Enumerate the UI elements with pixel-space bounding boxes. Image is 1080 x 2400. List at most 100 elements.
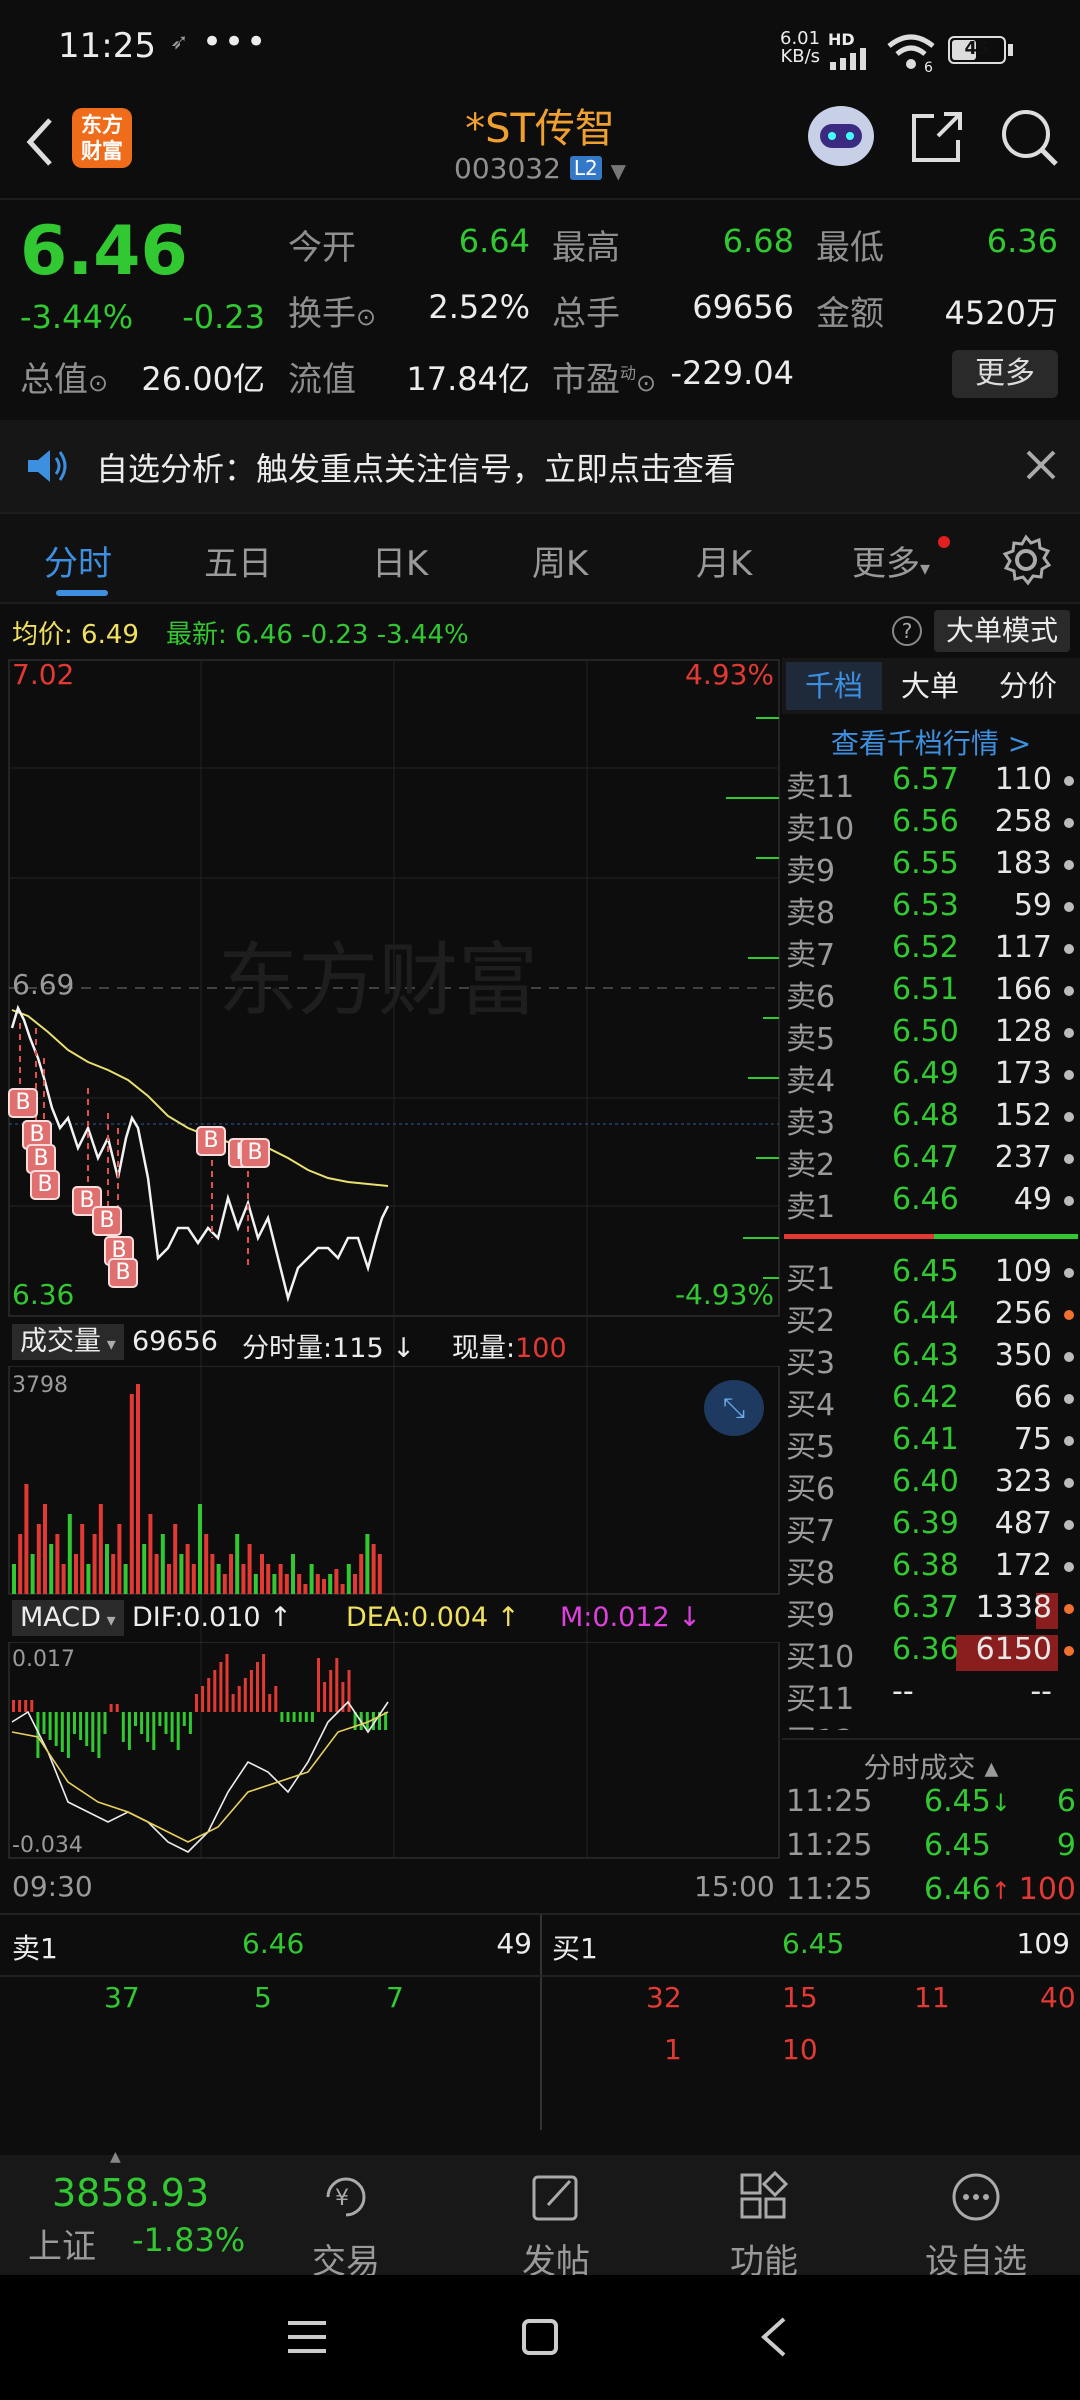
macd-bar: [219, 1662, 223, 1712]
order-book-row[interactable]: 买8 6.38 172: [782, 1548, 1080, 1591]
robot-assistant-icon[interactable]: [808, 106, 874, 166]
buy-orders: 买1 6.45 109 买2 6.44 256 买3 6.43 350 买4 6.42 66 买5 6.4…: [782, 1254, 1080, 1730]
axis-ref-price: 6.69: [12, 968, 75, 1001]
more-button[interactable]: 更多: [952, 350, 1058, 398]
volume-bar: [136, 1384, 140, 1594]
open-label: 今开: [288, 228, 356, 268]
macd-bar: [286, 1712, 290, 1722]
macd-bar: [243, 1678, 247, 1712]
tab-big-order[interactable]: 大单: [882, 662, 978, 710]
level-volume: 1338: [975, 1590, 1052, 1625]
analysis-banner[interactable]: 自选分析：触发重点关注信号，立即点击查看: [0, 420, 1080, 512]
order-book-row[interactable]: 买4 6.42 66: [782, 1380, 1080, 1423]
order-book-row[interactable]: 买11 -- --: [782, 1674, 1080, 1717]
menu-icon[interactable]: [286, 2317, 328, 2357]
tab-daily-k[interactable]: 日K: [372, 536, 428, 585]
speaker-icon: [28, 450, 67, 482]
order-book-row[interactable]: 卖5 6.50 128: [782, 1014, 1080, 1057]
order-book-row[interactable]: 卖1 6.46 49: [782, 1182, 1080, 1225]
macd-bar: [54, 1712, 58, 1746]
order-book-row[interactable]: 卖8 6.53 59: [782, 888, 1080, 931]
level-dot: [1064, 1646, 1074, 1656]
macd-bar: [231, 1694, 235, 1712]
nav-trade[interactable]: ¥ 交易: [266, 2169, 426, 2283]
volume-bar: [30, 1554, 35, 1594]
order-book-row[interactable]: 买3 6.43 350: [782, 1338, 1080, 1381]
index-quote[interactable]: ▲ 3858.93 上证 -1.83%: [0, 2149, 250, 2275]
volume-bar: [204, 1534, 209, 1594]
order-book-row[interactable]: 卖10 6.56 258: [782, 804, 1080, 847]
buy-marker[interactable]: B: [108, 1258, 138, 1288]
tab-intraday[interactable]: 分时: [44, 536, 112, 585]
help-icon[interactable]: ?: [892, 616, 922, 646]
order-book-row[interactable]: 卖2 6.47 237: [782, 1140, 1080, 1183]
order-book-row[interactable]: 卖9 6.55 183: [782, 846, 1080, 889]
volume-bar: [322, 1579, 326, 1594]
indicator-selector[interactable]: MACD ▾: [12, 1600, 124, 1636]
order-book-row[interactable]: 买7 6.39 487: [782, 1506, 1080, 1549]
volume-bar: [353, 1574, 357, 1594]
back-nav-icon[interactable]: [756, 2315, 792, 2359]
search-icon[interactable]: [998, 106, 1060, 168]
tab-weekly-k[interactable]: 周K: [532, 536, 588, 585]
macd-bar: [323, 1682, 327, 1712]
nav-post[interactable]: 发帖: [476, 2169, 636, 2283]
volume-bar: [12, 1564, 16, 1594]
index-change: -1.83%: [132, 2221, 246, 2259]
volume-bar: [142, 1544, 147, 1594]
level-label: 买8: [786, 1556, 836, 1591]
nav-functions[interactable]: 功能: [684, 2169, 844, 2283]
expand-icon[interactable]: ⤡: [704, 1380, 764, 1436]
buy-marker[interactable]: B: [240, 1138, 270, 1168]
level-label: 买12: [786, 1716, 854, 1730]
order-book-row[interactable]: 卖4 6.49 173: [782, 1056, 1080, 1099]
order-book-row[interactable]: 买1 6.45 109: [782, 1254, 1080, 1297]
volume-selector[interactable]: 成交量 ▾: [12, 1324, 124, 1360]
order-book-row[interactable]: 卖6 6.51 166: [782, 972, 1080, 1015]
order-book-row[interactable]: 买6 6.40 323: [782, 1464, 1080, 1507]
level-label: 买2: [786, 1304, 836, 1339]
big-order-mode-button[interactable]: 大单模式: [934, 610, 1070, 652]
order-book-row[interactable]: 卖11 6.57 110: [782, 762, 1080, 805]
order-book-row[interactable]: 买2 6.44 256: [782, 1296, 1080, 1339]
order-book-row[interactable]: 卖3 6.48 152: [782, 1098, 1080, 1141]
mktcap-label[interactable]: 总值⊙: [20, 352, 108, 401]
order-book-row[interactable]: 买12 -- --: [782, 1716, 1080, 1730]
macd-bar: [12, 1700, 15, 1712]
order-book-row[interactable]: 买10 6.36 6150: [782, 1632, 1080, 1675]
tab-thousand-level[interactable]: 千档: [786, 662, 882, 710]
buy-marker[interactable]: B: [30, 1170, 60, 1200]
buy-marker[interactable]: B: [8, 1088, 38, 1118]
order-book-row[interactable]: 买9 6.37 1338: [782, 1590, 1080, 1633]
intraday-chart[interactable]: 东方财富 B B B B B B B B B B B 7.02 4.93% 6.…: [8, 658, 780, 1913]
level-volume: 183: [994, 846, 1052, 881]
stock-header: 东方 财富 *ST传智 003032 L2 ▼: [0, 96, 1080, 200]
level-dot: [1064, 1394, 1074, 1404]
home-icon[interactable]: [520, 2317, 560, 2357]
macd-panel-frame: [8, 1642, 780, 1859]
close-icon[interactable]: [1024, 448, 1058, 482]
order-book-row[interactable]: 卖7 6.52 117: [782, 930, 1080, 973]
turnover-label[interactable]: 换手⊙: [288, 286, 376, 335]
queue-sell-order: 37: [104, 1981, 140, 2014]
level-dot: [1064, 1154, 1074, 1164]
gear-icon[interactable]: [1000, 534, 1052, 586]
nav-add-watchlist[interactable]: 设自选: [896, 2169, 1056, 2283]
volume-bar: [36, 1524, 41, 1594]
sell-strength-bar: [784, 1234, 934, 1239]
trades-toggle[interactable]: 分时成交 ▴: [782, 1738, 1080, 1786]
tab-monthly-k[interactable]: 月K: [696, 536, 752, 585]
order-book-row[interactable]: 买5 6.41 75: [782, 1422, 1080, 1465]
volume-bar: [377, 1554, 382, 1594]
axis-top-pct: 4.93%: [685, 658, 774, 691]
buy-marker[interactable]: B: [196, 1126, 226, 1156]
tab-five-day[interactable]: 五日: [204, 536, 272, 585]
tab-more[interactable]: 更多▾: [852, 536, 930, 585]
macd-bar: [310, 1712, 314, 1722]
buy-marker[interactable]: B: [92, 1206, 122, 1236]
view-thousand-link[interactable]: 查看千档行情 >: [782, 722, 1080, 762]
pe-label[interactable]: 市盈动⊙: [552, 352, 656, 401]
share-icon[interactable]: [908, 108, 966, 166]
tab-price-distribution[interactable]: 分价: [978, 662, 1078, 710]
level-dot: [1064, 1436, 1074, 1446]
